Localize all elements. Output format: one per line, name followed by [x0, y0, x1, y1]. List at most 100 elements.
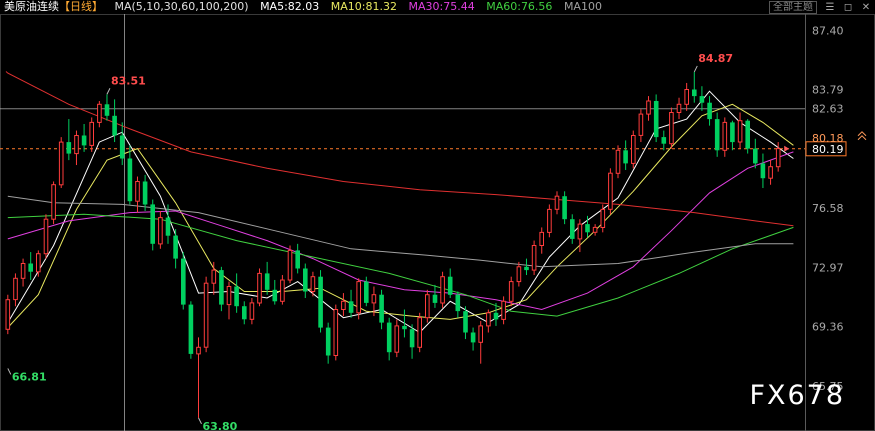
- candle-body: [417, 317, 422, 348]
- candle-body: [127, 158, 133, 202]
- candle-body: [287, 249, 293, 281]
- candle: [97, 101, 102, 128]
- candle: [669, 107, 674, 149]
- symbol-name[interactable]: 美原油连续: [4, 0, 59, 13]
- candle-body: [341, 300, 346, 310]
- candle-body: [638, 113, 644, 136]
- candle-body: [478, 325, 483, 343]
- candle: [341, 293, 346, 317]
- candle: [394, 319, 400, 358]
- candle-body: [699, 96, 705, 103]
- candle-body: [165, 217, 171, 236]
- y-axis: 87.4083.7982.6380.1976.5872.9769.3665.75…: [784, 24, 867, 393]
- candle-body: [547, 208, 552, 233]
- candle-body: [211, 269, 217, 284]
- candle-body: [119, 135, 125, 159]
- candle: [379, 289, 384, 330]
- candle-body: [203, 282, 209, 348]
- candle-body: [257, 272, 262, 304]
- candle: [5, 294, 11, 335]
- candle: [325, 322, 331, 364]
- annotation-label: 84.87: [698, 52, 733, 65]
- candle-body: [653, 101, 659, 138]
- candle: [714, 112, 720, 157]
- candle: [486, 309, 491, 333]
- candle: [440, 271, 445, 308]
- candle-body: [524, 266, 529, 271]
- candle: [524, 258, 529, 276]
- close-icon[interactable]: ✕: [857, 2, 875, 13]
- candle: [425, 289, 430, 323]
- candle: [386, 317, 392, 361]
- candle-body: [493, 312, 499, 320]
- candle-body: [585, 224, 590, 233]
- candle: [730, 120, 735, 151]
- candle: [570, 214, 575, 244]
- candle: [631, 130, 636, 169]
- candle: [257, 268, 262, 307]
- annotation-label: 66.81: [12, 370, 47, 383]
- candle-body: [577, 223, 583, 240]
- candle: [20, 258, 26, 287]
- candle: [295, 243, 300, 274]
- candle: [280, 275, 285, 305]
- candle: [470, 327, 476, 351]
- candle: [539, 227, 545, 254]
- annotation-leader: [198, 417, 202, 425]
- candle-body: [43, 218, 49, 255]
- candle-body: [364, 281, 369, 303]
- candle-body: [768, 166, 773, 179]
- candle-body: [730, 122, 735, 143]
- theme-select[interactable]: 全部主题: [769, 0, 817, 14]
- candle-body: [486, 312, 491, 327]
- candle: [74, 130, 79, 166]
- candle: [348, 289, 354, 318]
- candle-body: [447, 276, 453, 295]
- candle: [119, 122, 125, 166]
- candle-body: [226, 286, 232, 306]
- candle-body: [173, 235, 178, 259]
- candle-body: [303, 268, 308, 292]
- candle-body: [97, 103, 102, 123]
- candle: [707, 96, 712, 126]
- ma-settings-label[interactable]: MA(5,10,30,60,100,200): [115, 0, 249, 13]
- candle-body: [74, 135, 79, 155]
- candle-body: [562, 196, 567, 220]
- chart-toolbar: 全部主题 ☰ ◻ ✕: [769, 0, 875, 14]
- candle: [81, 123, 87, 152]
- candle-body: [142, 181, 148, 205]
- window-icon[interactable]: ◻: [839, 2, 857, 13]
- period-label[interactable]: 【日线】: [59, 0, 103, 13]
- bars-icon[interactable]: ☰: [821, 2, 839, 13]
- candle-body: [669, 112, 674, 145]
- candle: [753, 138, 758, 169]
- candle: [608, 168, 613, 215]
- candle-body: [295, 250, 300, 269]
- ma100-line: [7, 195, 794, 268]
- candle-body: [539, 231, 545, 246]
- candle: [676, 97, 682, 120]
- candle: [13, 273, 18, 307]
- annotation-leader: [693, 65, 698, 73]
- candle-body: [280, 279, 285, 302]
- ma60-line: [7, 213, 794, 317]
- candle-body: [66, 142, 72, 154]
- candle: [745, 119, 750, 154]
- candle: [455, 291, 461, 318]
- candle-body: [760, 163, 766, 179]
- candle: [554, 191, 560, 215]
- candle: [89, 117, 95, 152]
- candle-body: [249, 302, 255, 320]
- candle: [127, 145, 133, 205]
- candle-body: [508, 281, 514, 302]
- candle-body: [440, 276, 445, 304]
- candle-body: [150, 204, 155, 244]
- ma60-value: MA60:76.56: [486, 0, 553, 13]
- candle-body: [692, 89, 697, 97]
- candles: [5, 71, 781, 418]
- candlestick-chart[interactable]: 83.51 66.81 63.80 84.87 87.40 83.79 82.63 80.1…: [0, 0, 875, 431]
- candle-body: [89, 121, 95, 146]
- candle-body: [135, 181, 140, 202]
- candle: [432, 284, 438, 308]
- candle: [142, 174, 148, 212]
